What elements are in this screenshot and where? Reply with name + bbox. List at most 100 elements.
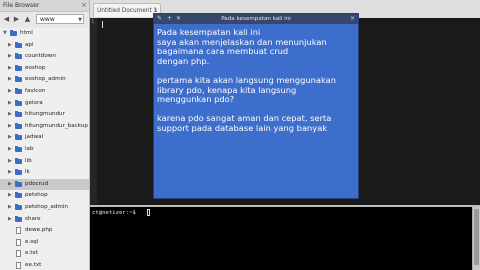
file-tree-label: lib (25, 157, 32, 164)
sticky-note-window[interactable]: ✎ + ✕ Pada kesempatan kali ini × Pada ke… (153, 13, 359, 199)
folder-icon (15, 99, 22, 106)
file-icon (16, 238, 21, 246)
file-tree-label: ee.txt (25, 261, 42, 268)
file-tree-label: petshop_admin (25, 203, 68, 210)
file-tree-folder[interactable]: ▶ eoshop (0, 63, 89, 75)
file-tree-file[interactable]: e.sql (0, 237, 89, 249)
note-paragraph: pertama kita akan langsung menggunakan l… (157, 74, 336, 105)
file-tree-label: eoshop_admin (25, 76, 66, 83)
file-tree-label: hitungmundur_backup (25, 122, 88, 129)
file-browser-title: File Browser (3, 2, 40, 9)
folder-icon (15, 169, 22, 176)
file-tree-file[interactable]: ee.txt (0, 260, 89, 270)
file-tree-label: e.txt (25, 250, 38, 257)
expand-right-icon[interactable]: ▶ (8, 123, 13, 129)
folder-icon (15, 76, 22, 83)
expand-right-icon[interactable]: ▶ (8, 181, 13, 187)
file-tree-folder[interactable]: ▶ share (0, 214, 89, 226)
file-tree: ▼ html ▶ api ▶ countdown ▶ eoshop ▶ eoshop_admin ▶… (0, 28, 89, 270)
scrollbar-thumb[interactable] (474, 209, 479, 265)
note-paragraph: Pada kesempatan kali ini saya akan menje… (157, 27, 327, 66)
file-tree-file[interactable]: dewe.php (0, 225, 89, 237)
file-tree-label: countdown (25, 53, 56, 60)
file-tree-label: lk (25, 169, 30, 176)
file-tree-label: jadwal (25, 134, 44, 141)
file-tree-label: favicon (25, 87, 46, 94)
folder-icon (15, 215, 22, 222)
close-icon[interactable]: × (350, 14, 355, 24)
terminal-scrollbar[interactable] (472, 207, 480, 270)
file-tree-folder[interactable]: ▶ lk (0, 167, 89, 179)
file-tree-folder[interactable]: ▶ petshop (0, 190, 89, 202)
file-tree-label: hitungmundur (25, 111, 65, 118)
folder-icon (15, 192, 22, 199)
expand-right-icon[interactable]: ▶ (8, 146, 13, 152)
file-tree-folder[interactable]: ▶ pdocrud (0, 178, 89, 191)
file-tree-folder[interactable]: ▼ html (0, 28, 89, 40)
file-tree-file[interactable]: e.txt (0, 248, 89, 260)
tab-label: Untitled Document 1 (97, 8, 158, 14)
expand-right-icon[interactable]: ▶ (8, 88, 13, 94)
forward-icon[interactable]: ▶ (12, 15, 21, 24)
root-folder-select[interactable]: www ▼ (36, 14, 84, 24)
folder-icon (15, 203, 22, 210)
line-number: 1 (91, 19, 95, 25)
file-browser-panel: File Browser × ◀ ▶ ▲ www ▼ ▼ html ▶ api ▶ cou… (0, 0, 90, 270)
file-tree-folder[interactable]: ▶ lab (0, 144, 89, 156)
folder-icon (15, 87, 22, 94)
file-tree-label: e.sql (25, 238, 39, 245)
file-tree-label: lab (25, 145, 34, 152)
file-icon (16, 261, 21, 269)
expand-right-icon[interactable]: ▶ (8, 192, 13, 198)
expand-right-icon[interactable]: ▶ (8, 76, 13, 82)
folder-icon (15, 53, 22, 60)
expand-right-icon[interactable]: ▶ (8, 111, 13, 117)
folder-icon (15, 157, 22, 164)
expand-right-icon[interactable]: ▶ (8, 53, 13, 59)
file-tree-folder[interactable]: ▶ countdown (0, 51, 89, 63)
expand-right-icon[interactable]: ▶ (8, 100, 13, 106)
expand-right-icon[interactable]: ▶ (8, 42, 13, 48)
root-folder-value: www (40, 16, 55, 23)
note-title: Pada kesempatan kali ini (221, 16, 291, 22)
folder-icon (15, 134, 22, 141)
expand-down-icon[interactable]: ▼ (3, 30, 8, 36)
file-tree-folder[interactable]: ▶ gelora (0, 98, 89, 110)
expand-right-icon[interactable]: ▶ (8, 134, 13, 140)
file-tree-label: share (25, 215, 41, 222)
expand-right-icon[interactable]: ▶ (8, 65, 13, 71)
file-tree-folder[interactable]: ▶ lib (0, 156, 89, 168)
terminal-panel[interactable]: ct@netizer:~$ (90, 205, 480, 270)
file-tree-folder[interactable]: ▶ hitungmundur (0, 109, 89, 121)
close-icon[interactable]: × (81, 0, 87, 11)
file-tree-label: html (20, 30, 33, 36)
folder-icon (10, 30, 17, 36)
expand-right-icon[interactable]: ▶ (8, 216, 13, 222)
file-tree-label: eoshop (25, 64, 46, 71)
file-tree-folder[interactable]: ▶ favicon (0, 86, 89, 98)
file-browser-header: File Browser × (0, 0, 89, 12)
expand-right-icon[interactable]: ▶ (8, 204, 13, 210)
up-folder-icon[interactable]: ▲ (23, 15, 32, 24)
chevron-down-icon: ▼ (78, 17, 82, 23)
file-tree-label: pdocrud (25, 180, 48, 187)
note-body[interactable]: Pada kesempatan kali ini saya akan menje… (157, 27, 355, 143)
folder-icon (15, 122, 22, 129)
note-titlebar[interactable]: ✎ + ✕ Pada kesempatan kali ini × (154, 14, 358, 24)
folder-icon (15, 145, 22, 152)
folder-icon (15, 64, 22, 71)
line-gutter: 1 (90, 18, 97, 205)
back-icon[interactable]: ◀ (2, 15, 11, 24)
file-tree-folder[interactable]: ▶ eoshop_admin (0, 74, 89, 86)
file-tree-folder[interactable]: ▶ petshop_admin (0, 202, 89, 214)
file-tree-label: petshop (25, 192, 48, 199)
file-icon (16, 250, 21, 258)
file-browser-toolbar: ◀ ▶ ▲ www ▼ (0, 12, 89, 29)
file-tree-folder[interactable]: ▶ jadwal (0, 132, 89, 144)
file-tree-label: api (25, 41, 34, 48)
file-tree-folder[interactable]: ▶ hitungmundur_backup (0, 121, 89, 133)
file-tree-folder[interactable]: ▶ api (0, 40, 89, 52)
expand-right-icon[interactable]: ▶ (8, 169, 13, 175)
expand-right-icon[interactable]: ▶ (8, 158, 13, 164)
tab-untitled-document[interactable]: Untitled Document 1 × (93, 3, 161, 17)
